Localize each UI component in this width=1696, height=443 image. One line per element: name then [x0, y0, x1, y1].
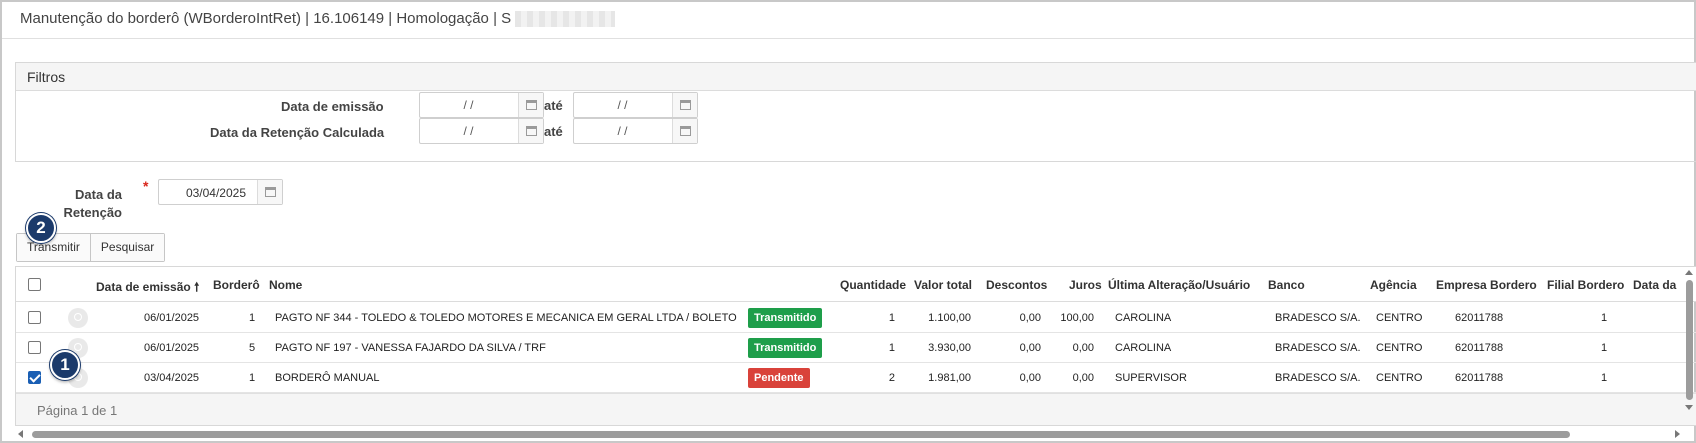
cell-banco: BRADESCO S/A. [1275, 312, 1361, 324]
cell-juros: 100,00 [1060, 312, 1094, 324]
status-badge: Transmitido [748, 338, 823, 358]
cell-descontos: 0,00 [1019, 372, 1041, 384]
col-nome[interactable]: Nome [269, 278, 302, 292]
col-filial-bordero[interactable]: Filial Bordero [1547, 278, 1624, 292]
cell-quantidade: 2 [888, 372, 895, 384]
cell-juros: 0,00 [1072, 342, 1094, 354]
grid-header: Data de emissão 🠕 Borderô Nome Quantidad… [16, 267, 1696, 302]
window-title: Manutenção do borderô (WBorderoIntRet) |… [20, 10, 616, 28]
select-all-checkbox[interactable] [28, 278, 41, 291]
cell-banco: BRADESCO S/A. [1275, 372, 1361, 384]
col-empresa-bordero[interactable]: Empresa Bordero [1436, 278, 1537, 292]
cell-empresa: 62011788 [1455, 342, 1504, 354]
col-data-da[interactable]: Data da [1633, 278, 1676, 292]
cell-filial: 1 [1601, 342, 1608, 354]
bordero-grid: Data de emissão 🠕 Borderô Nome Quantidad… [15, 266, 1696, 426]
status-badge: Transmitido [748, 308, 823, 328]
calendar-icon[interactable] [257, 180, 282, 204]
cell-data: 03/04/2025 [144, 372, 200, 384]
data-retencao-label: Data da Retenção [63, 187, 122, 220]
step-marker-2: 2 [26, 213, 56, 243]
col-quantidade[interactable]: Quantidade [840, 278, 906, 292]
calc-to-input[interactable]: / / [573, 118, 698, 144]
cell-descontos: 0,00 [1019, 312, 1041, 324]
cell-data: 06/01/2025 [144, 342, 200, 354]
col-descontos[interactable]: Descontos [986, 278, 1047, 292]
step-marker-1: 1 [50, 350, 80, 380]
cell-descontos: 0,00 [1019, 342, 1041, 354]
cell-bordero: 1 [249, 312, 256, 324]
scroll-down-icon[interactable] [1685, 405, 1693, 410]
pagination-info: Página 1 de 1 [16, 393, 1696, 425]
pesquisar-button[interactable]: Pesquisar [89, 234, 165, 261]
calendar-icon[interactable] [518, 93, 543, 117]
col-agencia[interactable]: Agência [1370, 278, 1417, 292]
vertical-scroll-thumb[interactable] [1686, 280, 1693, 400]
scroll-left-icon[interactable] [18, 430, 23, 438]
transmitir-button[interactable]: Transmitir [17, 234, 90, 261]
ate-label: até [544, 98, 563, 113]
retencao-calculada-label: Data da Retenção Calculada [210, 125, 385, 140]
calendar-icon[interactable] [672, 93, 697, 117]
view-details-icon[interactable] [68, 308, 88, 328]
row-checkbox[interactable] [28, 371, 41, 384]
col-bordero[interactable]: Borderô [213, 278, 260, 292]
cell-valor: 1.100,00 [928, 312, 971, 324]
title-divider [2, 38, 1694, 39]
cell-bordero: 5 [249, 342, 256, 354]
col-valor-total[interactable]: Valor total [914, 278, 972, 292]
filter-row-emissao: Data de emissão / / até / / [16, 92, 1696, 118]
cell-nome: PAGTO NF 344 - TOLEDO & TOLEDO MOTORES E… [275, 312, 737, 324]
horizontal-scrollbar[interactable] [18, 429, 1680, 439]
cell-usuario: SUPERVISOR [1115, 372, 1187, 384]
cell-quantidade: 1 [888, 342, 895, 354]
emissao-from-input[interactable]: / / [419, 92, 544, 118]
cell-nome: BORDERÔ MANUAL [275, 372, 380, 384]
cell-agencia: CENTRO [1376, 312, 1423, 324]
cell-valor: 3.930,00 [928, 342, 971, 354]
table-row[interactable]: 06/01/2025 1 PAGTO NF 344 - TOLEDO & TOLED… [16, 303, 1696, 333]
cell-filial: 1 [1601, 372, 1608, 384]
filter-row-retencao-calculada: Data da Retenção Calculada / / até / / [16, 118, 1696, 144]
vertical-scrollbar[interactable] [1684, 270, 1694, 410]
scroll-right-icon[interactable] [1675, 430, 1680, 438]
emissao-label: Data de emissão [281, 99, 384, 114]
scroll-up-icon[interactable] [1685, 270, 1693, 275]
filters-header[interactable]: Filtros [16, 63, 1696, 91]
col-banco[interactable]: Banco [1268, 278, 1305, 292]
calc-from-input[interactable]: / / [419, 118, 544, 144]
calendar-icon[interactable] [672, 119, 697, 143]
sort-asc-icon: 🠕 [194, 280, 200, 294]
cell-nome: PAGTO NF 197 - VANESSA FAJARDO DA SILVA … [275, 342, 546, 354]
cell-data: 06/01/2025 [144, 312, 200, 324]
cell-filial: 1 [1601, 312, 1608, 324]
calendar-icon[interactable] [518, 119, 543, 143]
cell-empresa: 62011788 [1455, 372, 1504, 384]
cell-usuario: CAROLINA [1115, 312, 1172, 324]
row-checkbox[interactable] [28, 311, 41, 324]
data-retencao-input[interactable]: 03/04/2025 [158, 179, 283, 205]
filters-panel: Filtros Data de emissão / / até / / Data… [15, 62, 1696, 162]
col-juros[interactable]: Juros [1069, 278, 1102, 292]
cell-bordero: 1 [249, 372, 256, 384]
cell-usuario: CAROLINA [1115, 342, 1172, 354]
row-checkbox[interactable] [28, 341, 41, 354]
cell-valor: 1.981,00 [928, 372, 971, 384]
emissao-to-input[interactable]: / / [573, 92, 698, 118]
cell-juros: 0,00 [1072, 372, 1094, 384]
status-badge: Pendente [748, 368, 810, 388]
cell-banco: BRADESCO S/A. [1275, 342, 1361, 354]
table-row[interactable]: 03/04/2025 1 BORDERÔ MANUAL 2 1.981,00 0,00 0,… [16, 363, 1696, 393]
table-row[interactable]: 06/01/2025 5 PAGTO NF 197 - VANESSA FAJARD… [16, 333, 1696, 363]
cell-agencia: CENTRO [1376, 372, 1423, 384]
col-data-emissao[interactable]: Data de emissão 🠕 [96, 278, 199, 299]
horizontal-scroll-thumb[interactable] [32, 431, 1570, 438]
redacted-area [515, 11, 616, 28]
required-indicator: * [143, 178, 149, 194]
cell-agencia: CENTRO [1376, 342, 1423, 354]
cell-empresa: 62011788 [1455, 312, 1504, 324]
ate-label: até [544, 124, 563, 139]
cell-quantidade: 1 [888, 312, 895, 324]
col-ultima-alteracao[interactable]: Última Alteração/Usuário [1108, 278, 1250, 292]
